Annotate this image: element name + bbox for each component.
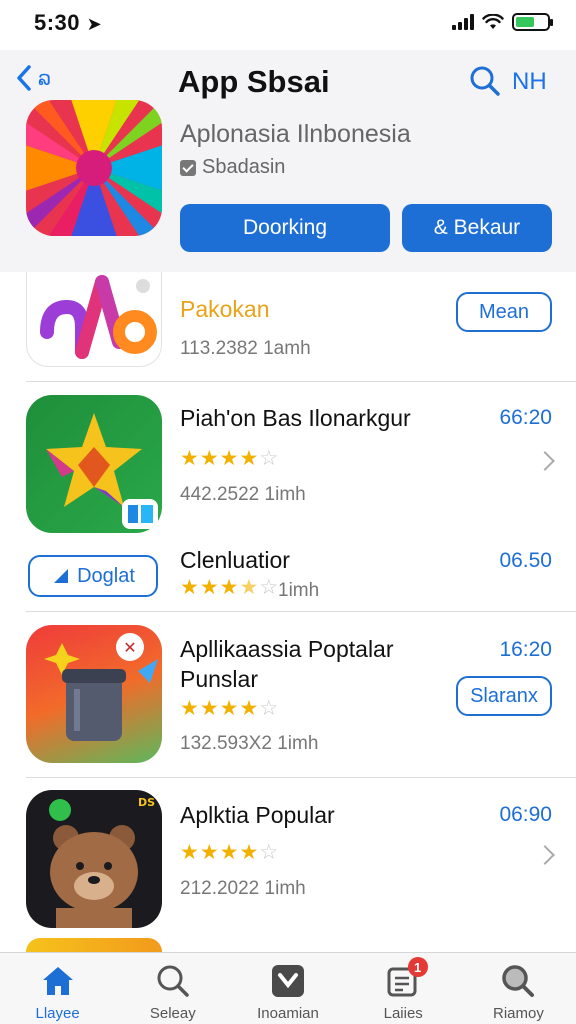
tab-home[interactable]: Llayee xyxy=(0,953,115,1024)
search-icon xyxy=(470,66,500,96)
app-meta-2: 442.2522 1imh xyxy=(180,484,306,505)
bear-logo-icon: DS xyxy=(49,796,155,928)
app-icon-6[interactable] xyxy=(26,938,162,952)
app-icon-4[interactable]: ✕ xyxy=(26,625,162,763)
tab-label: Inoamian xyxy=(257,1005,319,1022)
app-meta-3: 1imh xyxy=(278,580,320,601)
location-arrow-icon: ➤ xyxy=(86,14,103,34)
music-logo-icon xyxy=(40,275,157,359)
checkbox-icon xyxy=(180,159,196,176)
notification-badge: 1 xyxy=(407,957,428,977)
app-name-2: Piah'on Bas Ilonarkgur xyxy=(180,405,411,431)
apps-icon xyxy=(268,961,308,1001)
battery-icon xyxy=(512,13,553,31)
app-icon-1[interactable] xyxy=(26,272,162,367)
trash-logo-icon: ✕ xyxy=(44,633,158,741)
app-price-4: 16:20 xyxy=(499,638,552,661)
starburst-logo-icon xyxy=(26,100,162,236)
hero-subtitle: Sbadasin xyxy=(180,156,285,179)
divider xyxy=(26,611,576,612)
app-icon-2[interactable] xyxy=(26,395,162,533)
download-button[interactable]: Doorking xyxy=(180,204,390,252)
tab-label: Llayee xyxy=(35,1005,80,1022)
tab-bar: Llayee Seleay Inoamian 1 Laiies Riamoy xyxy=(0,952,576,1024)
hero-subtitle-text: Sbadasin xyxy=(202,156,286,178)
header-action-button[interactable]: NH xyxy=(512,68,547,96)
app-action-button-3[interactable]: Doglat xyxy=(28,555,158,597)
chevron-right-icon[interactable] xyxy=(535,451,555,471)
app-action-button-1[interactable]: Mean xyxy=(456,292,552,332)
status-indicators xyxy=(452,13,553,31)
download-icon xyxy=(54,569,69,583)
svg-text:✕: ✕ xyxy=(123,638,136,657)
rating-stars-4: ★★★★☆ xyxy=(180,697,280,720)
secondary-action-button[interactable]: & Bekaur xyxy=(402,204,552,252)
star-logo-icon xyxy=(46,413,158,529)
tab-updates[interactable]: 1 Laiies xyxy=(346,953,461,1024)
page-title: App Sbsai xyxy=(178,64,330,99)
tab-label: Riamoy xyxy=(492,1005,544,1022)
app-icon-5[interactable]: DS xyxy=(26,790,162,928)
app-meta-4: 132.593X2 1imh xyxy=(180,733,319,754)
search-icon xyxy=(498,961,538,1001)
hero-app-name: Aplonasia Ilnbonesia xyxy=(180,120,411,148)
chevron-left-icon xyxy=(17,65,31,91)
app-name-3: Clenluatior xyxy=(180,547,290,573)
tab-search-2[interactable]: Riamoy xyxy=(461,953,576,1024)
app-header: ລ App Sbsai NH Aplonasia Ilnbonesia Sbad… xyxy=(0,50,576,272)
status-time: 5:30 ➤ xyxy=(34,10,102,36)
tab-label: Seleay xyxy=(149,1005,196,1022)
app-price-2: 66:20 xyxy=(499,406,552,429)
status-time-text: 5:30 xyxy=(34,10,81,35)
search-button[interactable] xyxy=(468,64,504,100)
tab-apps[interactable]: Inoamian xyxy=(230,953,345,1024)
app-meta-5: 212.2022 1imh xyxy=(180,878,306,899)
tab-search[interactable]: Seleay xyxy=(115,953,230,1024)
hero-app-icon[interactable] xyxy=(26,100,162,236)
app-action-button-4[interactable]: Slaranx xyxy=(456,676,552,716)
app-name-1: Pakokan xyxy=(180,296,270,322)
back-label: ລ xyxy=(38,67,51,90)
tab-label: Laiies xyxy=(383,1005,423,1022)
app-price-3: 06.50 xyxy=(499,549,552,572)
divider xyxy=(26,381,576,382)
back-button[interactable]: ລ xyxy=(16,64,51,92)
chevron-right-icon[interactable] xyxy=(535,845,555,865)
rating-stars-5: ★★★★☆ xyxy=(180,841,280,864)
app-meta-1: 113.2382 1amh xyxy=(180,338,311,359)
app-name-5: Aplktia Popular xyxy=(180,802,335,828)
rating-stars-3: ★★★★☆ xyxy=(180,576,280,599)
search-icon xyxy=(153,961,193,1001)
app-action-button-3-label: Doglat xyxy=(77,564,135,587)
signal-icon xyxy=(452,14,474,30)
rating-stars-2: ★★★★☆ xyxy=(180,447,280,470)
wifi-icon xyxy=(482,14,504,29)
app-price-5: 06:90 xyxy=(499,803,552,826)
status-bar: 5:30 ➤ xyxy=(0,0,576,50)
svg-text:DS: DS xyxy=(138,796,155,809)
home-icon xyxy=(38,961,78,1001)
app-name-4: Apllikaassia Poptalar Punslar xyxy=(180,636,394,692)
divider xyxy=(26,777,576,778)
